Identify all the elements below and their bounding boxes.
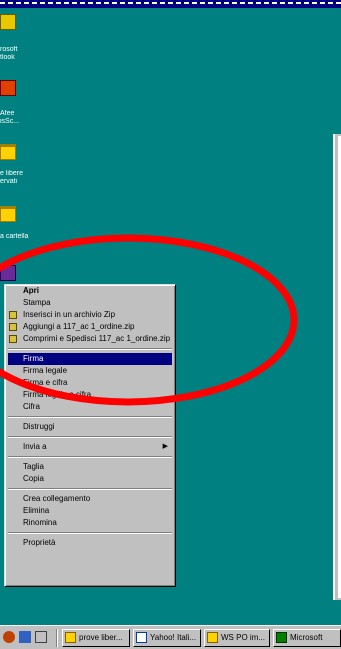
menu-item-shred[interactable]: Distruggi bbox=[8, 421, 172, 433]
taskbar: prove liber... Yahoo! Itali... WS PO im.… bbox=[0, 625, 341, 649]
taskbar-button-yahoo[interactable]: Yahoo! Itali... bbox=[133, 629, 201, 647]
menu-separator bbox=[8, 436, 172, 438]
folder-icon bbox=[0, 144, 16, 160]
menu-separator bbox=[8, 532, 172, 534]
menu-item-copy[interactable]: Copia bbox=[8, 473, 172, 485]
winzip-icon bbox=[9, 323, 17, 331]
menu-item-sign-encrypt[interactable]: Firma e cifra bbox=[8, 377, 172, 389]
menu-item-zip-add-archive[interactable]: Inserisci in un archivio Zip bbox=[8, 309, 172, 321]
winzip-icon bbox=[9, 311, 17, 319]
menu-item-legal-sign[interactable]: Firma legale bbox=[8, 365, 172, 377]
background-window-edge bbox=[333, 134, 341, 600]
folder-icon bbox=[207, 632, 218, 643]
winzip-icon bbox=[9, 335, 17, 343]
menu-item-print[interactable]: Stampa bbox=[8, 297, 172, 309]
menu-item-send-to[interactable]: Invia a ▶ bbox=[8, 441, 172, 453]
menu-item-sign[interactable]: Firma bbox=[8, 353, 172, 365]
submenu-arrow-icon: ▶ bbox=[162, 443, 168, 450]
folder-icon bbox=[0, 206, 16, 222]
menu-item-properties[interactable]: Proprietà bbox=[8, 537, 172, 549]
quick-launch-channel-icon[interactable] bbox=[35, 631, 47, 643]
taskbar-button-microsoft[interactable]: Microsoft bbox=[273, 629, 341, 647]
menu-separator bbox=[8, 348, 172, 350]
menu-separator bbox=[8, 416, 172, 418]
window-title-edge bbox=[0, 0, 341, 8]
menu-item-zip-compress-send[interactable]: Comprimi e Spedisci 117_ac 1_ordine.zip bbox=[8, 333, 172, 345]
menu-item-rename[interactable]: Rinomina bbox=[8, 517, 172, 529]
menu-item-encrypt[interactable]: Cifra bbox=[8, 401, 172, 413]
menu-separator bbox=[8, 456, 172, 458]
quick-launch-desktop-icon[interactable] bbox=[19, 631, 31, 643]
taskbar-button-prove-liber[interactable]: prove liber... bbox=[62, 629, 130, 647]
menu-item-open[interactable]: Apri bbox=[8, 285, 172, 297]
outlook-icon bbox=[0, 14, 16, 30]
taskbar-separator bbox=[56, 629, 58, 647]
menu-item-create-shortcut[interactable]: Crea collegamento bbox=[8, 493, 172, 505]
menu-item-legal-sign-encrypt[interactable]: Firma legale e cifra bbox=[8, 389, 172, 401]
file-icon bbox=[0, 265, 16, 281]
mcafee-icon bbox=[0, 80, 16, 96]
quick-launch-browser-icon[interactable] bbox=[3, 631, 15, 643]
browser-icon bbox=[136, 632, 147, 643]
menu-separator bbox=[8, 488, 172, 490]
menu-item-zip-add-to[interactable]: Aggiungi a 117_ac 1_ordine.zip bbox=[8, 321, 172, 333]
menu-item-delete[interactable]: Elimina bbox=[8, 505, 172, 517]
folder-icon bbox=[65, 632, 76, 643]
menu-item-cut[interactable]: Taglia bbox=[8, 461, 172, 473]
context-menu: Apri Stampa Inserisci in un archivio Zip… bbox=[4, 284, 176, 587]
taskbar-button-ws-po[interactable]: WS PO im... bbox=[204, 629, 270, 647]
excel-icon bbox=[276, 632, 287, 643]
